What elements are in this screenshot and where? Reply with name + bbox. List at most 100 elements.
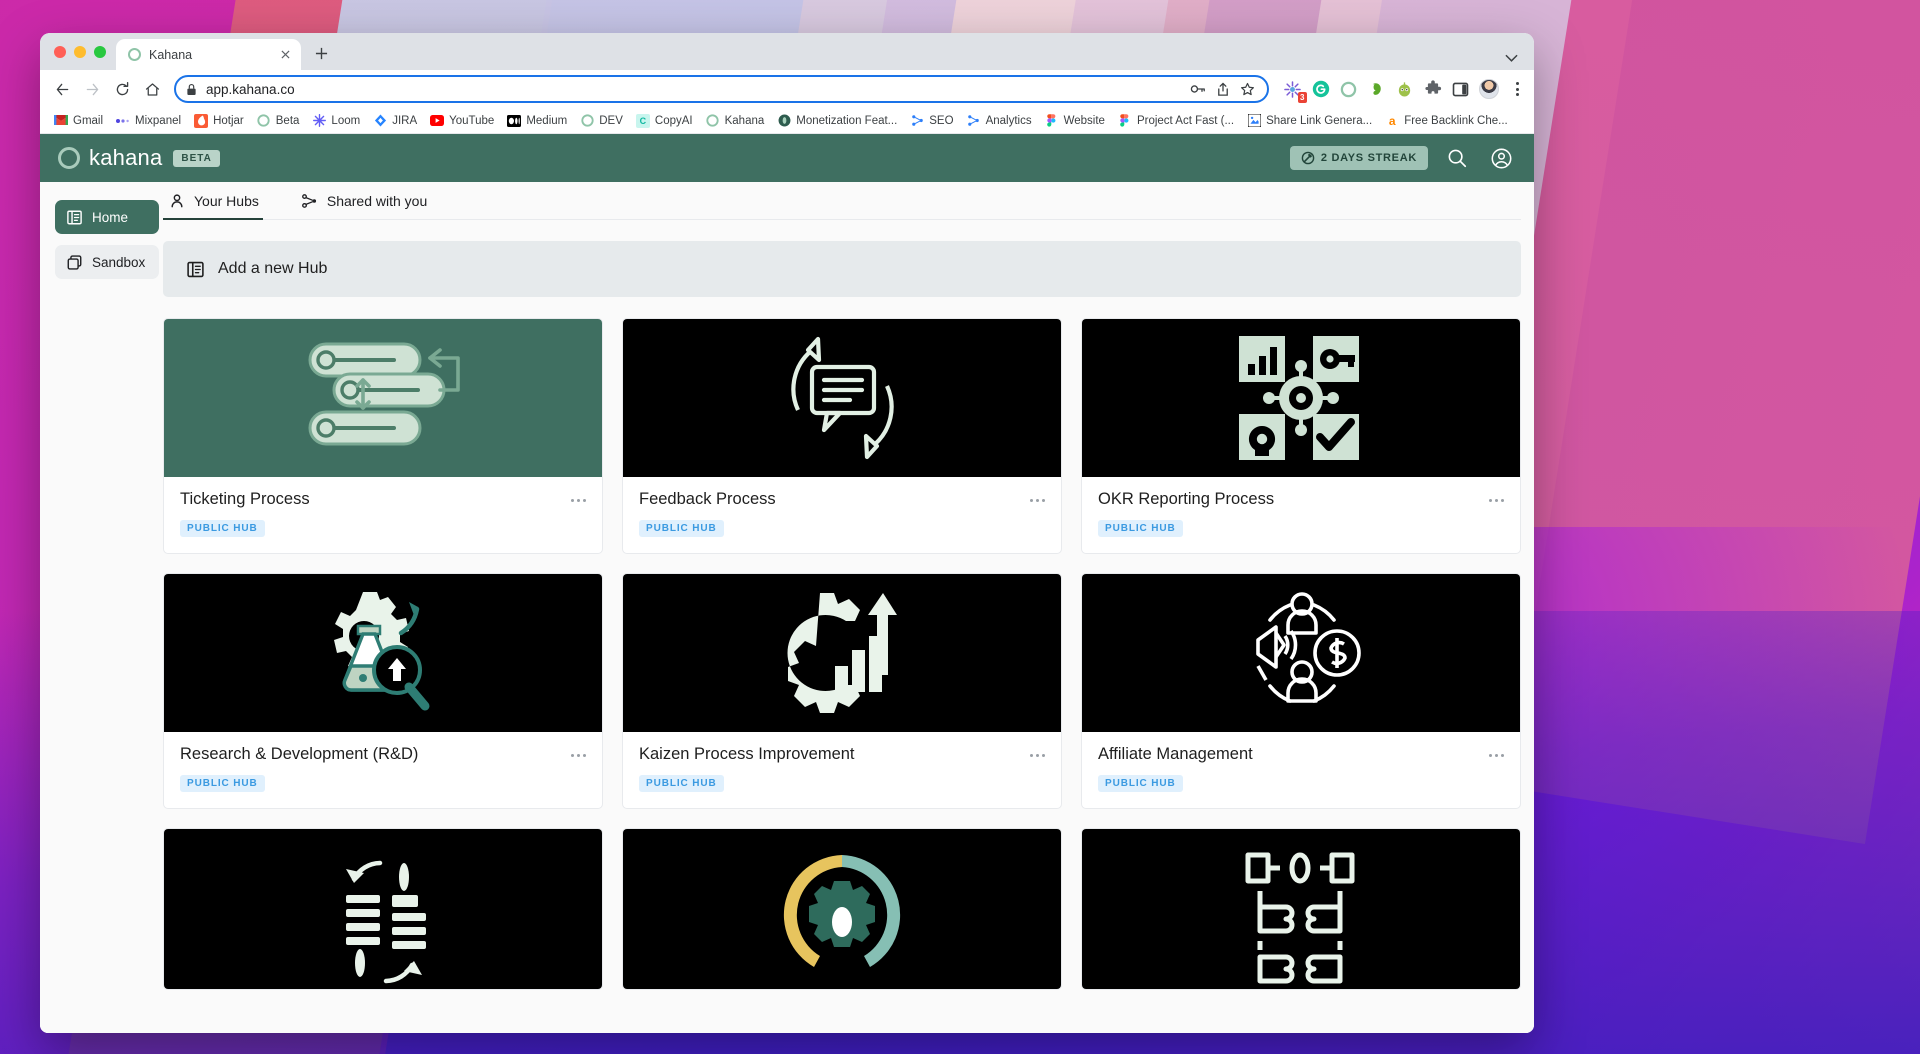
account-circle-icon[interactable] [1486, 143, 1516, 173]
address-bar[interactable]: app.kahana.co [174, 75, 1269, 103]
new-tab-button[interactable] [307, 39, 335, 67]
hub-card-title: Kaizen Process Improvement [639, 745, 855, 763]
loom-icon [312, 114, 326, 128]
more-horizontal-icon[interactable] [1030, 499, 1045, 502]
hub-thumbnail [623, 829, 1061, 989]
hub-card-meta: Feedback Process PUBLIC HUB [623, 477, 1061, 553]
kebab-menu-icon[interactable] [1508, 82, 1526, 96]
share-icon[interactable] [1216, 82, 1230, 97]
star-icon[interactable] [1240, 82, 1255, 97]
more-horizontal-icon[interactable] [571, 499, 586, 502]
kahana-app: kahana BETA 2 DAYS STREAK Home Sandbox Y… [40, 134, 1534, 1033]
chevron-down-icon[interactable] [1505, 54, 1518, 63]
kahana-ring-icon[interactable] [1339, 80, 1358, 99]
sidebar-item-label: Sandbox [92, 254, 146, 270]
browser-tab-strip: Kahana [40, 33, 1534, 70]
sidebar-item-sandbox[interactable]: Sandbox [55, 245, 159, 279]
grammarly-extension-icon[interactable]: 3 [1283, 80, 1307, 103]
hub-card[interactable] [622, 828, 1062, 990]
sidepanel-icon[interactable] [1451, 80, 1470, 99]
bookmark-item[interactable]: Share Link Genera... [1241, 111, 1378, 131]
tab-your-hubs[interactable]: Your Hubs [163, 182, 279, 220]
bookmark-item[interactable]: SEO [904, 111, 959, 131]
bookmark-item[interactable]: C CopyAI [630, 111, 699, 131]
close-icon[interactable] [277, 47, 293, 63]
person-icon [169, 193, 185, 209]
bookmark-label: Medium [526, 114, 568, 127]
bookmark-item[interactable]: Mixpanel [110, 111, 187, 131]
hub-card-grid: Ticketing Process PUBLIC HUB Feedback Pr… [163, 318, 1521, 990]
search-icon[interactable] [1442, 143, 1472, 173]
more-horizontal-icon[interactable] [1030, 754, 1045, 757]
bookmark-item[interactable]: Website [1039, 111, 1111, 131]
avatar[interactable] [1479, 79, 1499, 99]
hub-card[interactable]: Affiliate Management PUBLIC HUB [1081, 573, 1521, 809]
browser-window: Kahana app.kahana.co 3 Gmail Mixpanel Ho… [40, 33, 1534, 1033]
hub-card[interactable] [1081, 828, 1521, 990]
bookmark-item[interactable]: Kahana [700, 111, 771, 131]
kahana-ring-icon [58, 147, 80, 169]
key-icon[interactable] [1190, 82, 1206, 96]
lock-icon [186, 83, 197, 96]
hub-thumbnail [164, 829, 602, 989]
bookmark-item[interactable]: Gmail [48, 111, 109, 131]
hub-card-meta: OKR Reporting Process PUBLIC HUB [1082, 477, 1520, 553]
figma-icon [1118, 114, 1132, 128]
more-horizontal-icon[interactable] [1489, 499, 1504, 502]
tab-label: Shared with you [326, 193, 428, 209]
bookmark-label: Monetization Feat... [796, 114, 898, 127]
window-controls[interactable] [50, 33, 116, 70]
app-header: kahana BETA 2 DAYS STREAK [40, 134, 1534, 182]
bookmark-item[interactable]: Beta [251, 111, 306, 131]
gmail-icon [54, 114, 68, 128]
close-window-button[interactable] [54, 45, 66, 58]
streak-badge[interactable]: 2 DAYS STREAK [1289, 146, 1428, 170]
bookmark-item[interactable]: Project Act Fast (... [1112, 111, 1240, 131]
maximize-window-button[interactable] [94, 45, 106, 58]
more-horizontal-icon[interactable] [571, 754, 586, 757]
bookmark-label: Loom [331, 114, 361, 127]
bookmark-item[interactable]: Hotjar [188, 111, 250, 131]
hub-card[interactable]: Research & Development (R&D) PUBLIC HUB [163, 573, 603, 809]
bookmark-item[interactable]: Medium [501, 111, 573, 131]
hub-card-title: Research & Development (R&D) [180, 745, 419, 763]
reload-icon[interactable] [108, 75, 136, 103]
bookmark-item[interactable]: Monetization Feat... [771, 111, 903, 131]
bookmark-item[interactable]: YouTube [424, 111, 500, 131]
bookmark-item[interactable]: Loom [306, 111, 366, 131]
evernote-icon[interactable] [1367, 80, 1386, 99]
circle-ring-icon [128, 48, 141, 61]
circle-ring-icon [257, 114, 271, 128]
add-new-hub-button[interactable]: Add a new Hub [163, 241, 1521, 297]
more-horizontal-icon[interactable] [1489, 754, 1504, 757]
robot-extension-icon[interactable] [1395, 80, 1414, 99]
hub-card[interactable]: Ticketing Process PUBLIC HUB [163, 318, 603, 554]
streak-flame-icon [1301, 151, 1315, 165]
hub-thumbnail [623, 319, 1061, 477]
puzzle-extensions-icon[interactable] [1423, 80, 1442, 99]
hub-card[interactable]: Feedback Process PUBLIC HUB [622, 318, 1062, 554]
status-badge: PUBLIC HUB [639, 775, 724, 792]
sidebar-item-home[interactable]: Home [55, 200, 159, 234]
grammarly-g-icon[interactable] [1311, 80, 1330, 99]
extension-badge-count: 3 [1297, 91, 1307, 103]
bookmark-item[interactable]: a Free Backlink Che... [1379, 111, 1514, 131]
arrow-right-icon [78, 75, 106, 103]
browser-tab[interactable]: Kahana [116, 39, 301, 70]
tab-shared-with-you[interactable]: Shared with you [295, 182, 447, 219]
bookmark-item[interactable]: DEV [574, 111, 629, 131]
monetization-icon [777, 114, 791, 128]
minimize-window-button[interactable] [74, 45, 86, 58]
bookmark-item[interactable]: Analytics [961, 111, 1038, 131]
hub-card[interactable]: OKR Reporting Process PUBLIC HUB [1081, 318, 1521, 554]
arrow-left-icon[interactable] [48, 75, 76, 103]
bookmark-item[interactable]: JIRA [367, 111, 423, 131]
nodes-icon [967, 114, 981, 128]
hub-card[interactable] [163, 828, 603, 990]
app-logo-text: kahana [89, 145, 163, 170]
hub-card[interactable]: Kaizen Process Improvement PUBLIC HUB [622, 573, 1062, 809]
home-icon[interactable] [138, 75, 166, 103]
status-badge: PUBLIC HUB [180, 520, 265, 537]
browser-tab-title: Kahana [149, 47, 193, 62]
extensions-strip: 3 [1277, 79, 1526, 103]
